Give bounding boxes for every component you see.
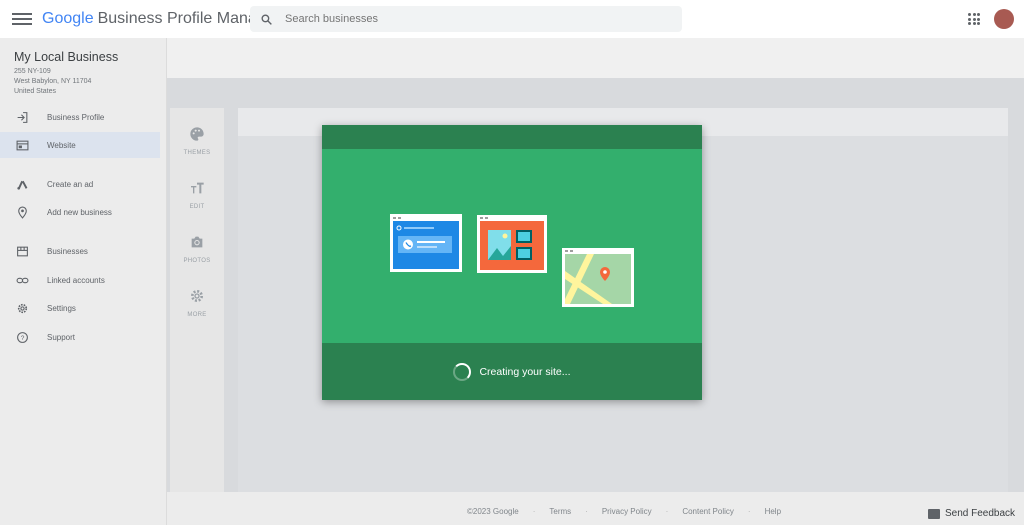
tool-photos[interactable]: PHOTOS	[170, 234, 224, 278]
palette-icon	[190, 127, 204, 141]
google-apps-icon[interactable]	[968, 13, 980, 25]
sidebar: My Local Business 255 NY-109 West Babylo…	[0, 38, 167, 525]
dialog-illustration	[322, 149, 702, 343]
tool-more[interactable]: MORE	[170, 288, 224, 332]
footer-separator: ·	[665, 507, 669, 516]
link-icon	[15, 273, 29, 287]
footer-separator: ·	[532, 507, 536, 516]
gear-icon	[191, 290, 203, 302]
camera-icon	[191, 236, 203, 248]
website-icon	[15, 138, 29, 152]
photo-gallery-illustration	[477, 215, 547, 273]
search-icon	[261, 13, 272, 25]
search-box[interactable]	[250, 6, 682, 32]
footer-separator: ·	[585, 507, 588, 516]
search-input[interactable]	[283, 12, 647, 26]
google-ads-icon	[15, 177, 29, 191]
website-illustration	[390, 214, 634, 307]
terms-link[interactable]: Terms	[549, 507, 571, 516]
sign-in-icon	[15, 110, 29, 124]
top-app-bar: Google Business Profile Manager	[0, 0, 1024, 38]
account-avatar[interactable]	[994, 9, 1014, 29]
sidebar-item-support[interactable]: ? Support	[0, 324, 166, 350]
main-header-area	[167, 38, 1024, 78]
sidebar-item-create-ad[interactable]: Create an ad	[0, 171, 166, 197]
page-footer: ©2023 Google · Terms · Privacy Policy · …	[167, 498, 1024, 525]
dialog-header	[322, 125, 702, 149]
content-policy-link[interactable]: Content Policy	[682, 507, 734, 516]
storefront-icon	[15, 244, 29, 258]
text-format-icon	[191, 182, 204, 194]
feedback-icon	[928, 508, 940, 519]
help-icon: ?	[15, 330, 29, 344]
sidebar-item-add-new-business[interactable]: Add new business	[0, 199, 166, 225]
business-name: My Local Business	[14, 50, 119, 64]
tool-themes[interactable]: THEMES	[170, 126, 224, 170]
app-brand[interactable]: Google Business Profile Manager	[42, 10, 280, 28]
creating-site-dialog: Creating your site...	[322, 125, 702, 400]
hamburger-menu-icon[interactable]	[12, 13, 32, 25]
tool-edit[interactable]: EDIT	[170, 180, 224, 224]
call-card-illustration	[390, 214, 462, 272]
sidebar-item-business-profile[interactable]: Business Profile	[0, 104, 166, 130]
status-message: Creating your site...	[479, 365, 571, 378]
sidebar-item-settings[interactable]: Settings	[0, 295, 166, 321]
copyright-text: ©2023 Google	[467, 507, 519, 516]
sidebar-item-website[interactable]: Website	[0, 132, 160, 158]
svg-text:?: ?	[20, 334, 24, 341]
footer-separator: ·	[747, 507, 751, 516]
sidebar-item-businesses[interactable]: Businesses	[0, 238, 166, 264]
editor-toolbar: THEMES EDIT PHOTOS MORE	[170, 108, 224, 492]
location-pin-icon	[15, 205, 29, 219]
send-feedback-button[interactable]: Send Feedback	[928, 508, 1015, 519]
sidebar-item-linked-accounts[interactable]: Linked accounts	[0, 267, 166, 293]
gear-icon	[15, 301, 29, 315]
google-logo: Google	[42, 10, 94, 27]
privacy-policy-link[interactable]: Privacy Policy	[602, 507, 652, 516]
help-link[interactable]: Help	[765, 507, 781, 516]
loading-spinner-icon	[453, 362, 472, 381]
map-illustration	[562, 248, 634, 307]
business-address: 255 NY-109 West Babylon, NY 11704 United…	[14, 68, 92, 95]
send-feedback-label: Send Feedback	[945, 508, 1016, 519]
dialog-status-bar: Creating your site...	[322, 343, 702, 400]
